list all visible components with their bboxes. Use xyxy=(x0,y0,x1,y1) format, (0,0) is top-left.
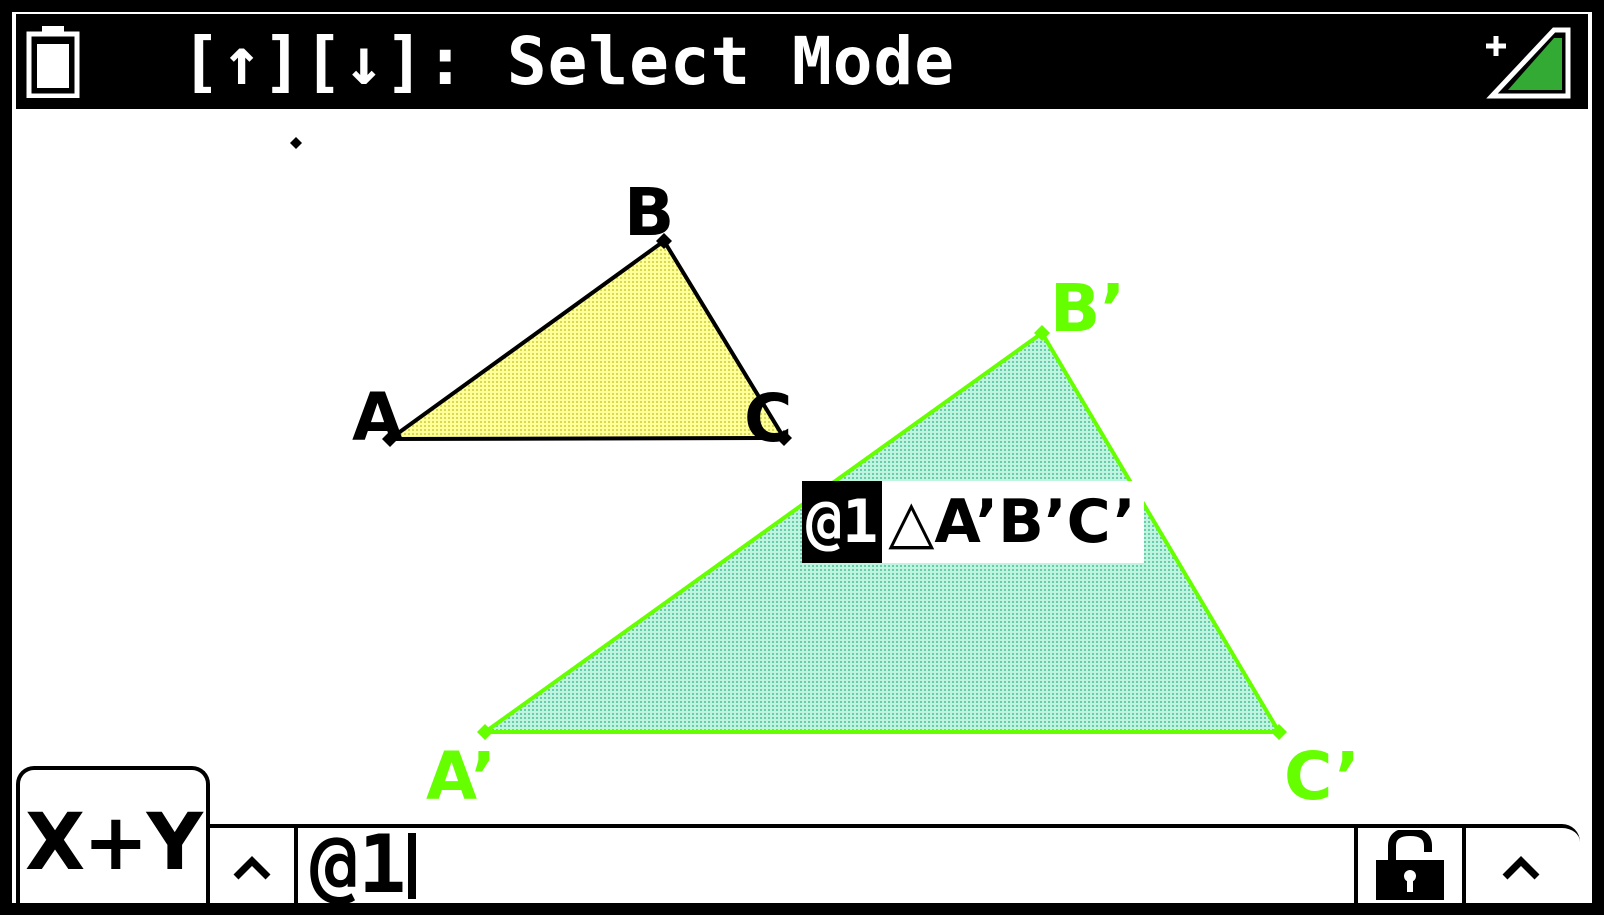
label-b: B xyxy=(624,174,674,251)
tooltip-object-name: △A’B’C’ xyxy=(888,487,1136,557)
input-bar: X+Y @1 xyxy=(12,766,1592,903)
text-cursor xyxy=(408,833,417,900)
title-bar: [↑][↓]: Select Mode xyxy=(16,14,1588,109)
toolbar-up-button[interactable] xyxy=(1466,828,1576,903)
battery-icon xyxy=(26,26,80,98)
xy-tab[interactable]: X+Y xyxy=(16,766,210,903)
label-c: C xyxy=(744,380,792,457)
title-text: [↑][↓]: Select Mode xyxy=(181,23,955,100)
tooltip-object-id: @1 xyxy=(802,481,883,563)
entry-value: @1 xyxy=(310,818,407,904)
triangle-abc[interactable]: A B C xyxy=(352,174,792,457)
object-tooltip: @1 △A’B’C’ xyxy=(802,481,1144,563)
xy-tab-label: X+Y xyxy=(25,798,203,888)
calculator-screen: [↑][↓]: Select Mode A B C B’ A’ C’ @1 △A… xyxy=(12,12,1592,903)
chevron-up-icon xyxy=(1502,855,1540,879)
label-a: A xyxy=(352,379,403,456)
lock-button[interactable] xyxy=(1354,828,1466,903)
free-point[interactable] xyxy=(290,137,302,149)
unlock-icon xyxy=(1376,829,1444,900)
entry-row: @1 xyxy=(210,824,1580,903)
label-b-prime: B’ xyxy=(1050,270,1125,347)
chevron-up-icon xyxy=(233,855,271,879)
entry-field[interactable]: @1 xyxy=(310,825,417,903)
history-up-button[interactable] xyxy=(210,828,298,903)
charging-icon xyxy=(1486,27,1571,99)
